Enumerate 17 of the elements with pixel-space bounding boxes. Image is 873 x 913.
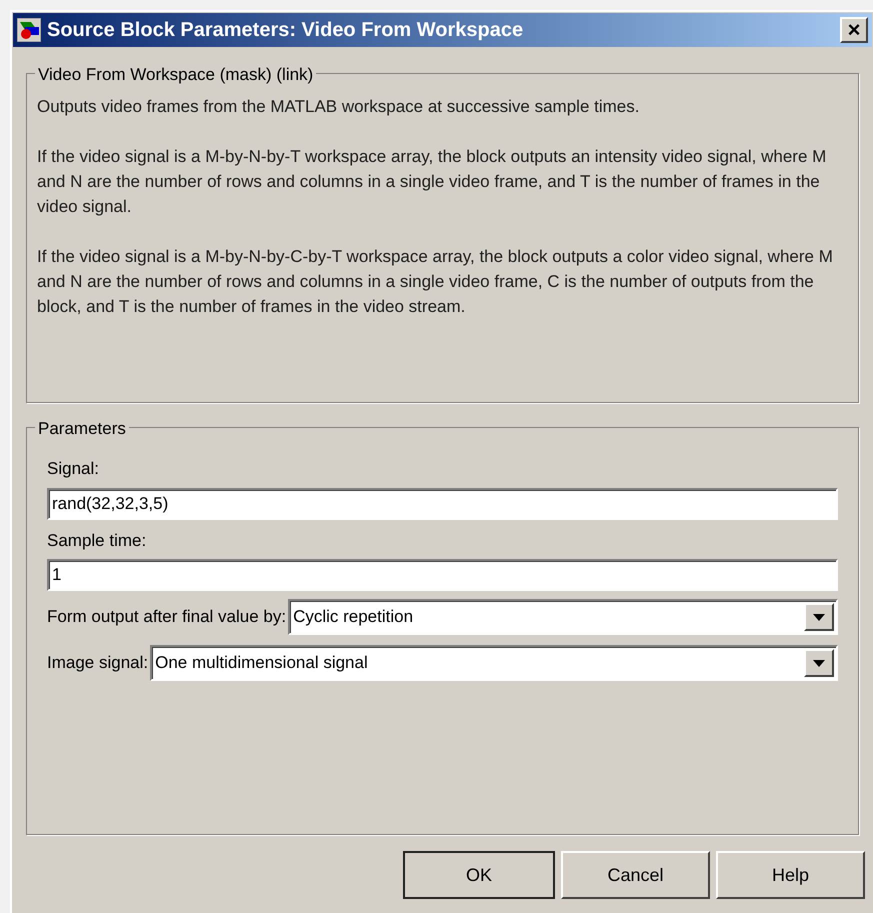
dialog-button[interactable]: Cancel [561,851,710,899]
description-text: If the video signal is a M-by-N-by-T workspace array, the block outputs an intensity video signal, where M and N are the number of rows and columns in a single video frame, and T is the number of frames in the video signal. [37,146,828,218]
description-text: If the video signal is a M-by-N-by-C-by-T workspace array, the block outputs a color video signal, where M and N are the number of rows and columns in a single video frame, C is the number of outputs from the block, and T is the number of frames in the video stream. [37,246,834,318]
input-field[interactable]: rand(32,32,3,5) [47,488,838,520]
field-label: Sample time: [47,530,148,552]
window-title: Source Block Parameters: Video From Workspace [47,18,524,43]
field-label: Signal: [47,458,100,480]
input-field[interactable]: 1 [47,559,838,591]
field-label: Form output after final value by: [47,606,286,628]
description-text: Outputs video frames from the MATLAB workspace at successive sample times. [37,96,640,118]
dialog-button[interactable]: OK [403,851,555,899]
field-label: Image signal: [47,652,148,674]
app-icon [17,18,41,42]
dropdown[interactable]: Cyclic repetition [288,599,838,635]
dropdown[interactable]: One multidimensional signal [150,645,838,681]
dialog-button[interactable]: Help [716,851,865,899]
close-button[interactable]: × [840,17,868,43]
